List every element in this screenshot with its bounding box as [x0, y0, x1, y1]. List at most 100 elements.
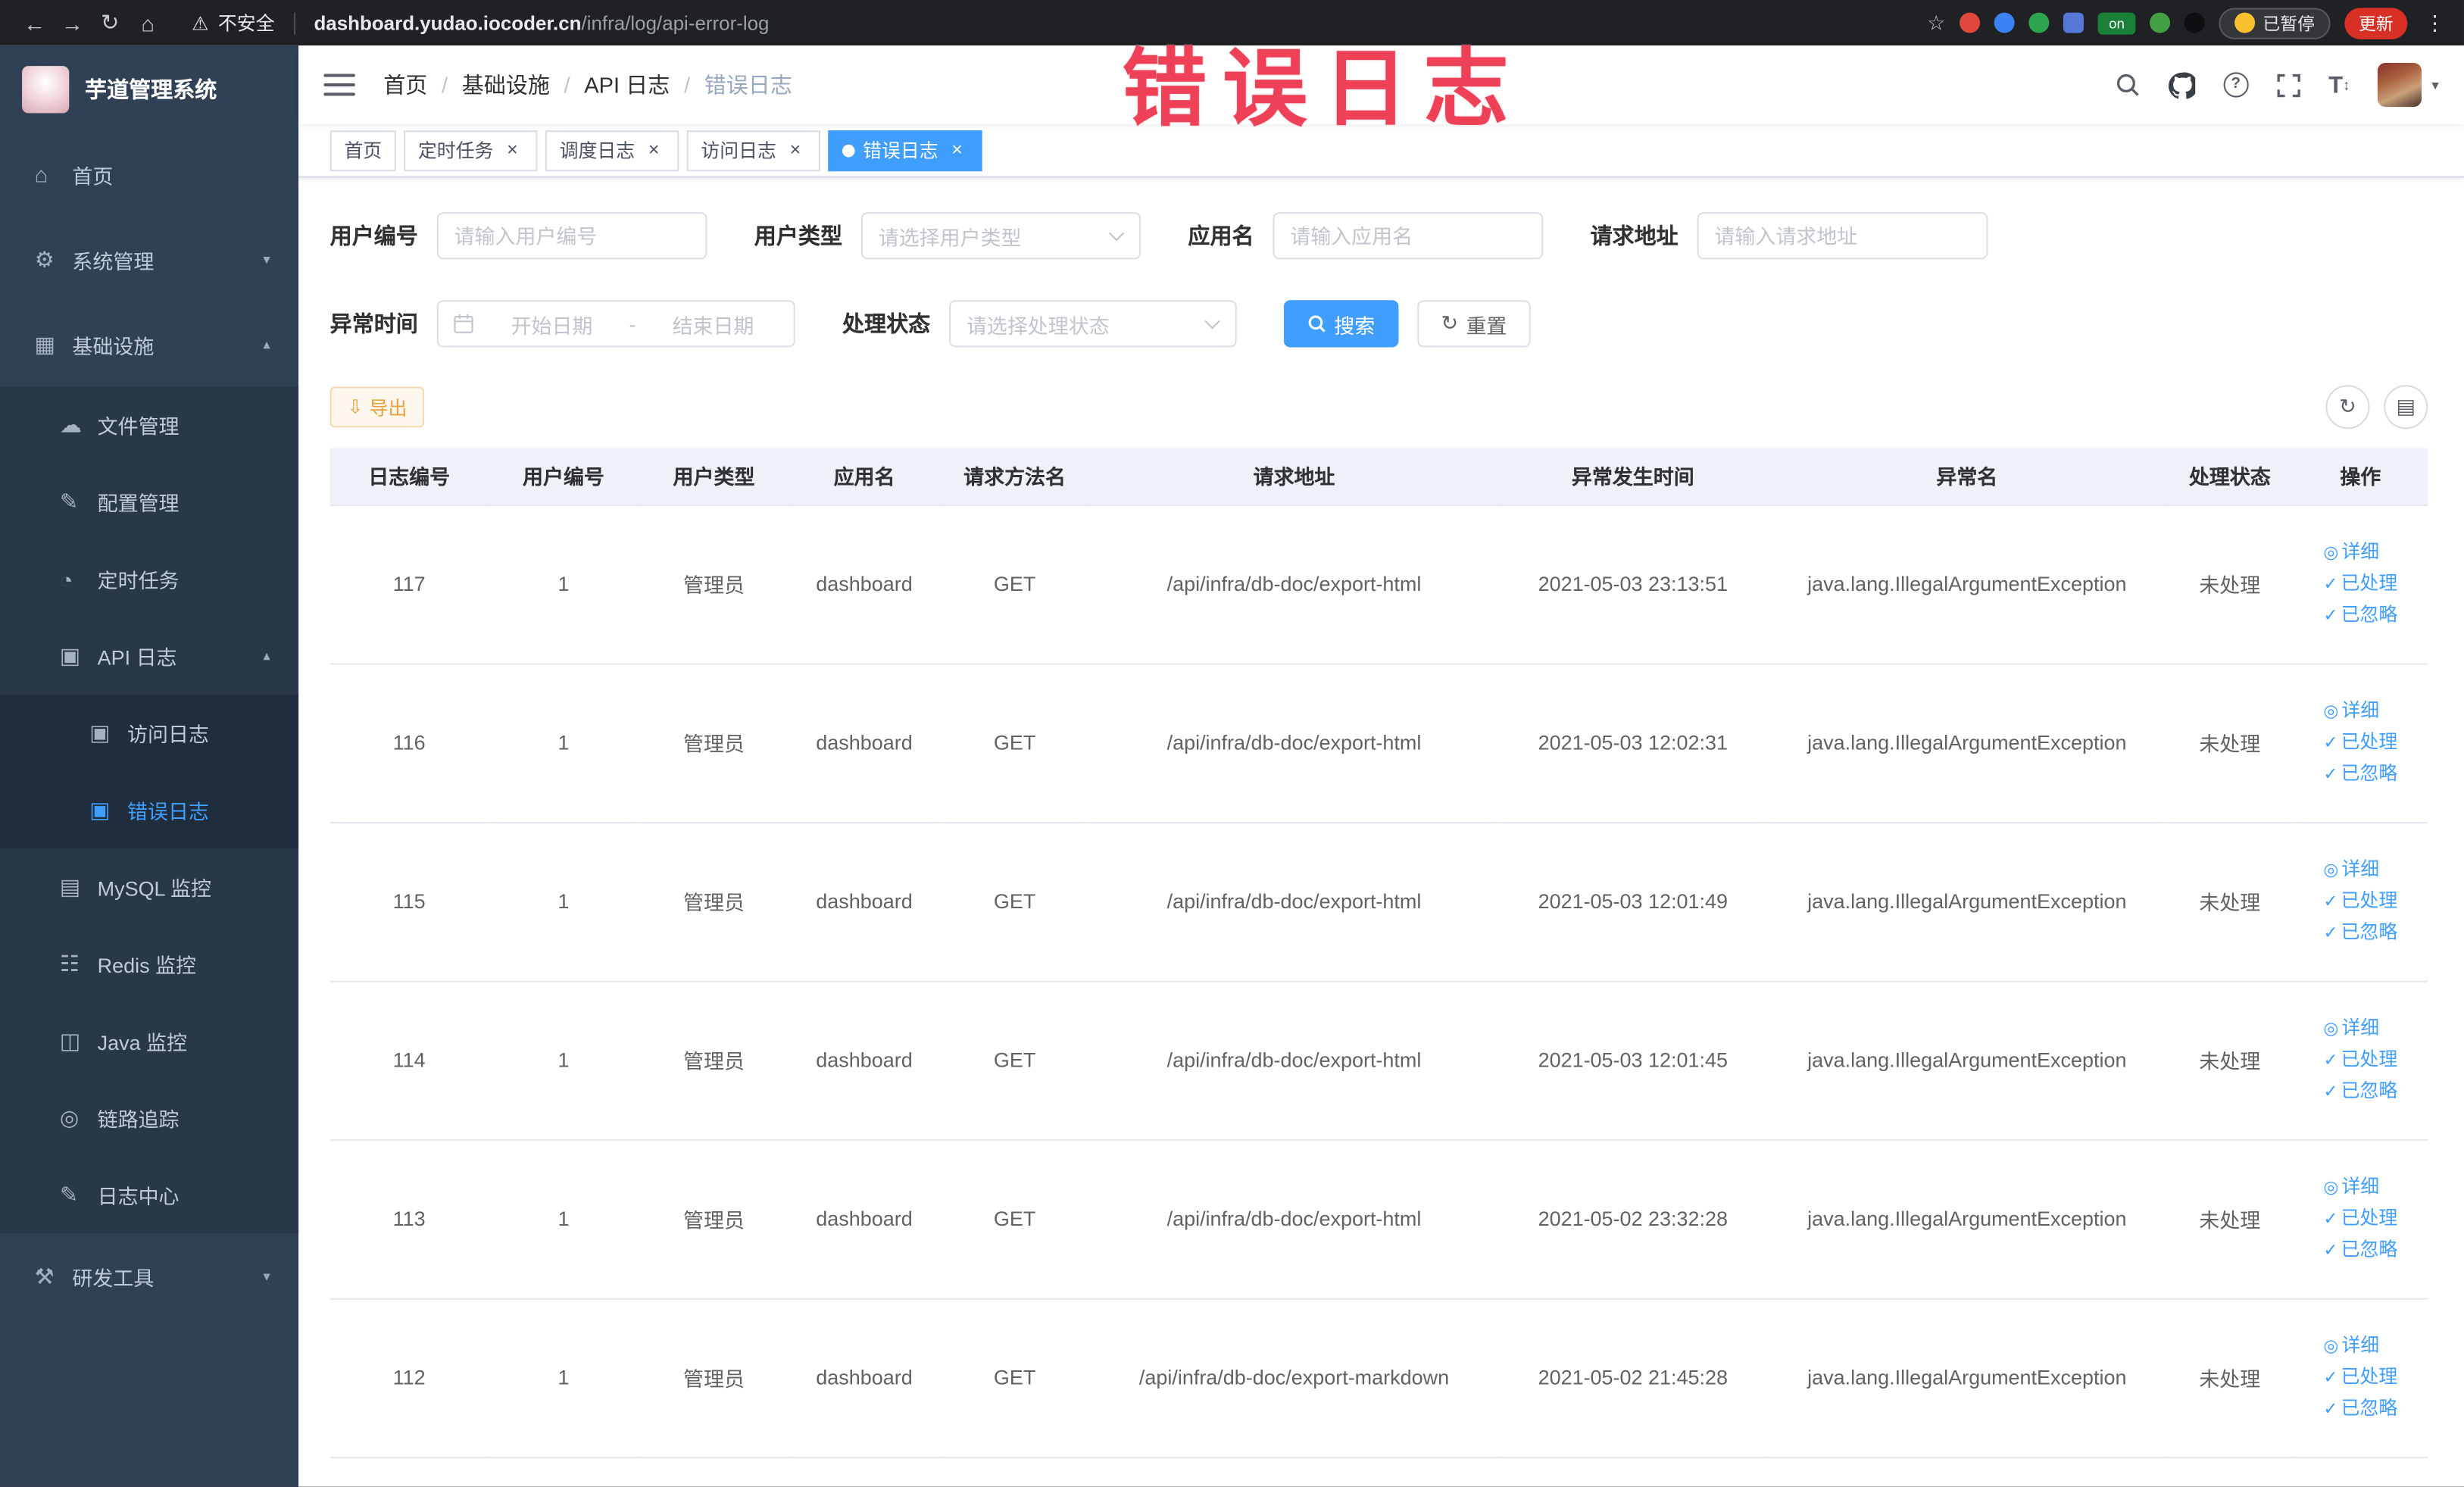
extension-icon-red[interactable]: [1960, 12, 1980, 33]
ignore-link[interactable]: ✓ 已忽略: [2323, 599, 2397, 630]
close-icon[interactable]: ×: [643, 139, 665, 161]
sidebar-item-log-center[interactable]: ✎ 日志中心: [0, 1156, 299, 1234]
table-row: 117 1 管理员 dashboard GET /api/infra/db-do…: [329, 504, 2428, 664]
tab-schedule-log[interactable]: 调度日志 ×: [545, 130, 679, 171]
site-security[interactable]: ⚠ 不安全: [192, 9, 274, 36]
user-id-input[interactable]: [436, 212, 707, 260]
hamburger-icon[interactable]: [323, 73, 355, 96]
sidebar-item-scheduled-tasks[interactable]: ◔ 定时任务: [0, 540, 299, 618]
user-menu[interactable]: ▾: [2378, 62, 2439, 108]
breadcrumb-separator: /: [683, 72, 691, 98]
sidebar-item-java-monitor[interactable]: ◫ Java 监控: [0, 1002, 299, 1080]
processed-link[interactable]: ✓ 已处理: [2323, 1045, 2397, 1076]
tab-scheduled-tasks[interactable]: 定时任务 ×: [404, 130, 538, 171]
profile-paused-badge[interactable]: 已暂停: [2219, 7, 2331, 39]
extension-icon-green[interactable]: [2028, 12, 2050, 33]
breadcrumb-separator: /: [564, 72, 570, 98]
fullscreen-icon[interactable]: [2277, 73, 2300, 97]
home-icon[interactable]: ⌂: [129, 10, 167, 35]
col-method: 请求方法名: [939, 448, 1090, 505]
reset-button[interactable]: ↻ 重置: [1417, 300, 1531, 348]
extension-icon-blue-square[interactable]: [2063, 12, 2084, 33]
browser-toolbar: ← → ↻ ⌂ ⚠ 不安全 dashboard.yudao.iocoder.cn…: [0, 0, 2464, 46]
extension-icon-paw[interactable]: [2184, 12, 2205, 33]
search-icon[interactable]: [2115, 72, 2140, 97]
user-type-select[interactable]: 请选择用户类型: [860, 212, 1141, 260]
detail-link[interactable]: ◎ 详细: [2323, 695, 2397, 726]
processed-link[interactable]: ✓ 已处理: [2323, 1203, 2397, 1234]
extension-icon-leaf[interactable]: [2150, 12, 2171, 33]
detail-link[interactable]: ◎ 详细: [2323, 854, 2397, 886]
processed-link[interactable]: ✓ 已处理: [2323, 568, 2397, 599]
status-select[interactable]: 请选择处理状态: [949, 300, 1237, 348]
sidebar-item-dev-tools[interactable]: ⚒ 研发工具 ▾: [0, 1234, 298, 1319]
sidebar-item-error-log[interactable]: ▣ 错误日志: [0, 771, 299, 849]
breadcrumb-api-log[interactable]: API 日志: [584, 69, 670, 100]
end-date-input[interactable]: 结束日期: [647, 309, 779, 339]
forward-icon[interactable]: →: [54, 10, 92, 35]
detail-link[interactable]: ◎ 详细: [2323, 536, 2397, 567]
back-icon[interactable]: ←: [16, 10, 54, 35]
profile-avatar-icon: [2234, 12, 2256, 33]
detail-link[interactable]: ◎ 详细: [2323, 1330, 2397, 1361]
browser-menu-icon[interactable]: ⋮: [2422, 10, 2448, 35]
reload-icon[interactable]: ↻: [91, 9, 129, 36]
exception-time-range-picker[interactable]: 开始日期 - 结束日期: [436, 300, 795, 348]
start-date-input[interactable]: 开始日期: [486, 309, 618, 339]
close-icon[interactable]: ×: [501, 139, 523, 161]
tab-home[interactable]: 首页: [329, 130, 396, 171]
eye-icon: ◎: [59, 1104, 80, 1130]
close-icon[interactable]: ×: [946, 139, 968, 161]
sidebar-item-api-log[interactable]: ▣ API 日志 ▴: [0, 617, 299, 695]
col-exception-time: 异常发生时间: [1498, 448, 1768, 505]
ignore-link[interactable]: ✓ 已忽略: [2323, 1076, 2397, 1107]
processed-link[interactable]: ✓ 已处理: [2323, 727, 2397, 758]
font-size-icon[interactable]: T ↕: [2328, 71, 2350, 98]
chevron-down-icon: ▾: [263, 1267, 270, 1283]
ignore-link[interactable]: ✓ 已忽略: [2323, 1393, 2397, 1424]
help-icon[interactable]: ?: [2223, 72, 2249, 98]
check-icon: ✓: [2323, 1209, 2338, 1229]
sidebar-item-access-log[interactable]: ▣ 访问日志: [0, 694, 299, 772]
refresh-button[interactable]: ↻: [2325, 385, 2370, 430]
ignore-link[interactable]: ✓ 已忽略: [2323, 758, 2397, 789]
check-icon: ✓: [2323, 1082, 2338, 1101]
detail-link[interactable]: ◎ 详细: [2323, 1013, 2397, 1044]
extension-on-badge[interactable]: on: [2097, 11, 2136, 34]
ignore-link[interactable]: ✓ 已忽略: [2323, 1235, 2397, 1266]
browser-update-button[interactable]: 更新: [2344, 7, 2408, 39]
check-icon: ✓: [2323, 605, 2338, 625]
processed-link[interactable]: ✓ 已处理: [2323, 1362, 2397, 1393]
sidebar-item-infrastructure[interactable]: ▦ 基础设施 ▴: [0, 301, 298, 386]
tab-error-log[interactable]: 错误日志 ×: [828, 130, 982, 171]
breadcrumb: 首页 / 基础设施 / API 日志 / 错误日志: [383, 69, 792, 100]
extension-icon-blue-drop[interactable]: [1994, 12, 2015, 33]
search-button[interactable]: 搜索: [1283, 300, 1399, 348]
app-name-input[interactable]: [1273, 212, 1544, 260]
sidebar-item-mysql-monitor[interactable]: ▤ MySQL 监控: [0, 848, 299, 926]
url-domain: dashboard.yudao.iocoder.cn: [314, 11, 582, 34]
export-button[interactable]: ⇩ 导出: [329, 386, 425, 428]
sidebar-item-system-management[interactable]: ⚙ 系统管理 ▾: [0, 217, 298, 301]
sidebar-item-config-management[interactable]: ✎ 配置管理: [0, 464, 299, 541]
ignore-link[interactable]: ✓ 已忽略: [2323, 917, 2397, 948]
detail-link[interactable]: ◎ 详细: [2323, 1172, 2397, 1203]
sidebar-item-redis-monitor[interactable]: ☷ Redis 监控: [0, 925, 299, 1003]
breadcrumb-infrastructure[interactable]: 基础设施: [462, 69, 550, 100]
eye-icon: ◎: [2323, 1177, 2339, 1197]
bookmark-star-icon[interactable]: ☆: [1927, 10, 1945, 35]
col-log-id: 日志编号: [329, 448, 489, 505]
column-settings-button[interactable]: ▤: [2384, 385, 2428, 430]
close-icon[interactable]: ×: [784, 139, 806, 161]
home-icon: ⌂: [34, 161, 48, 187]
breadcrumb-home[interactable]: 首页: [383, 69, 427, 100]
sidebar-item-home[interactable]: ⌂ 首页: [0, 132, 298, 217]
sidebar-item-file-management[interactable]: ☁ 文件管理: [0, 386, 299, 464]
processed-link[interactable]: ✓ 已处理: [2323, 886, 2397, 917]
github-icon[interactable]: [2168, 71, 2195, 98]
address-bar[interactable]: dashboard.yudao.iocoder.cn/infra/log/api…: [314, 12, 1911, 34]
sidebar-item-trace[interactable]: ◎ 链路追踪: [0, 1079, 299, 1157]
app-logo[interactable]: 芋道管理系统: [0, 45, 298, 132]
tab-access-log[interactable]: 访问日志 ×: [686, 130, 821, 171]
request-url-input[interactable]: [1697, 212, 1988, 260]
